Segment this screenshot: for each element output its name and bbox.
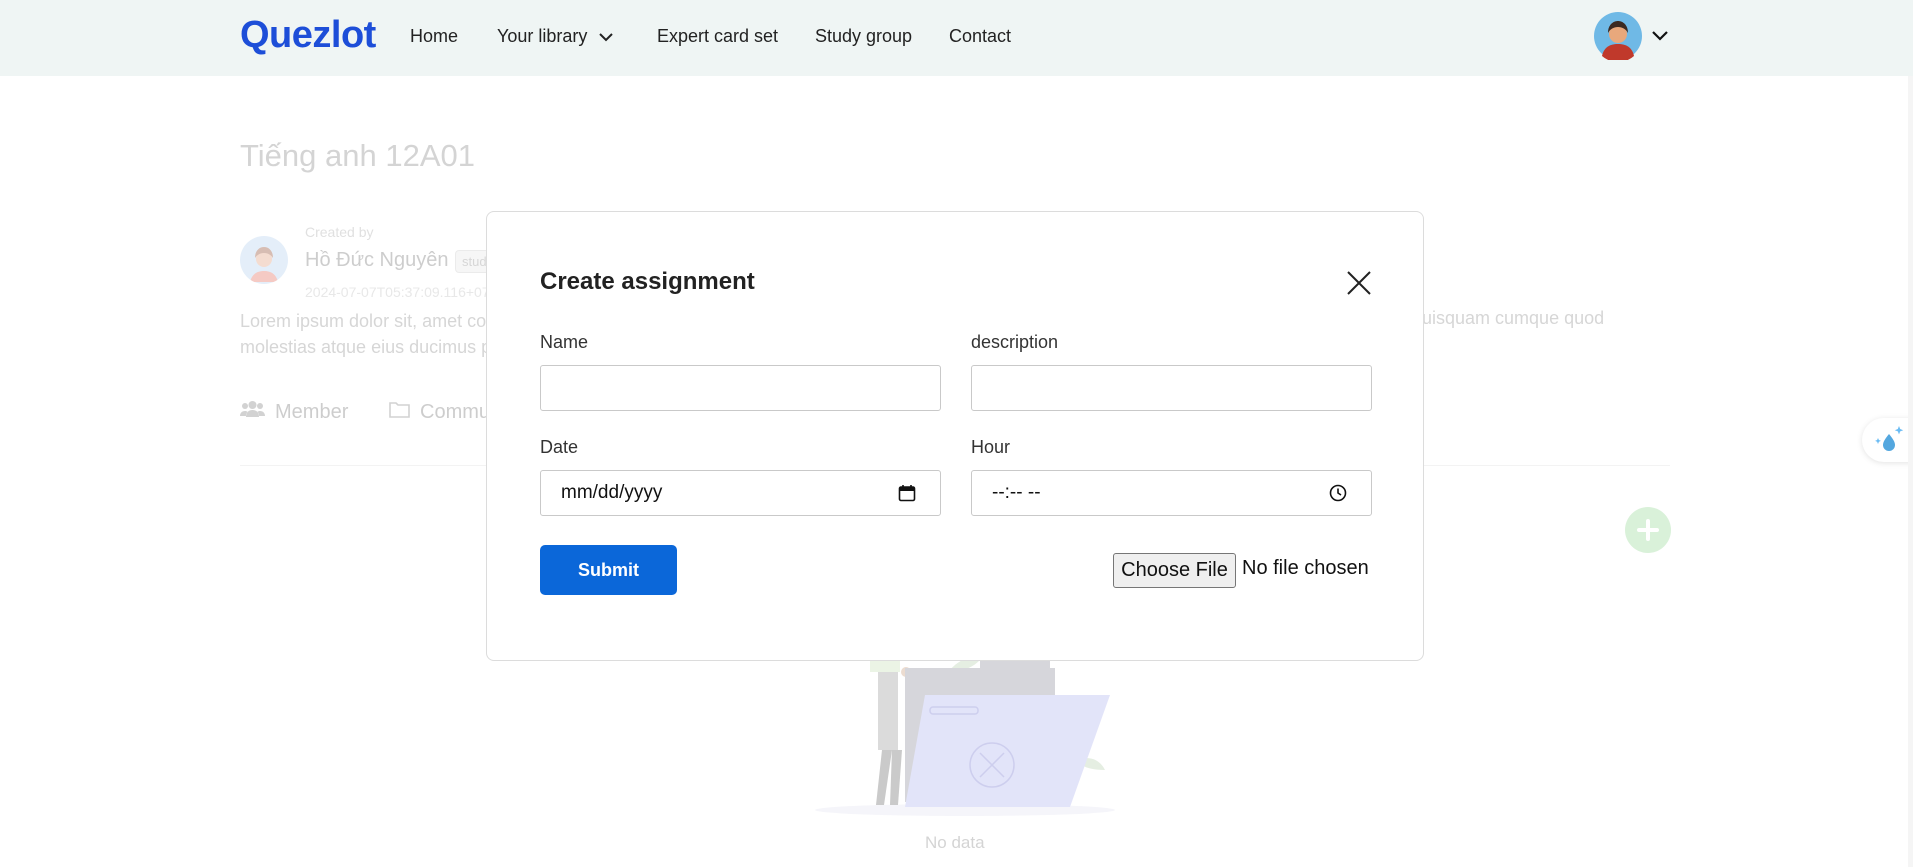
submit-button[interactable]: Submit: [540, 545, 677, 595]
name-input[interactable]: [541, 366, 940, 410]
nav-your-library[interactable]: Your library: [497, 26, 614, 47]
hour-field[interactable]: --:-- --: [971, 470, 1372, 516]
nav-your-library-label: Your library: [497, 26, 588, 46]
nav-study-group[interactable]: Study group: [815, 26, 912, 47]
hour-placeholder: --:-- --: [992, 482, 1041, 503]
quezlot-logo[interactable]: Quezlot: [240, 14, 376, 57]
name-label: Name: [540, 332, 589, 352]
create-assignment-modal: Create assignment Name description Date …: [486, 211, 1424, 661]
account-chevron-down-icon[interactable]: [1652, 28, 1668, 46]
description-input[interactable]: [972, 366, 1371, 410]
user-avatar[interactable]: [1594, 12, 1642, 63]
hour-label: Hour: [971, 437, 1011, 457]
nav-expert-card-set[interactable]: Expert card set: [657, 26, 778, 47]
nav-home[interactable]: Home: [410, 26, 458, 47]
date-label: Date: [540, 437, 579, 457]
clock-icon[interactable]: [1329, 484, 1347, 507]
top-navbar: Quezlot Home Your library Expert card se…: [0, 0, 1913, 76]
name-field[interactable]: [540, 365, 941, 411]
close-icon[interactable]: [1344, 268, 1374, 298]
description-field[interactable]: [971, 365, 1372, 411]
nav-contact[interactable]: Contact: [949, 26, 1011, 47]
description-label: description: [971, 332, 1059, 352]
choose-file-button[interactable]: Choose File: [1113, 553, 1236, 588]
file-status: No file chosen: [1242, 557, 1369, 579]
date-placeholder: mm/dd/yyyy: [561, 482, 663, 503]
date-field[interactable]: mm/dd/yyyy: [540, 470, 941, 516]
chevron-down-icon: [599, 26, 614, 47]
modal-title: Create assignment: [540, 268, 755, 295]
calendar-icon[interactable]: [898, 484, 916, 507]
